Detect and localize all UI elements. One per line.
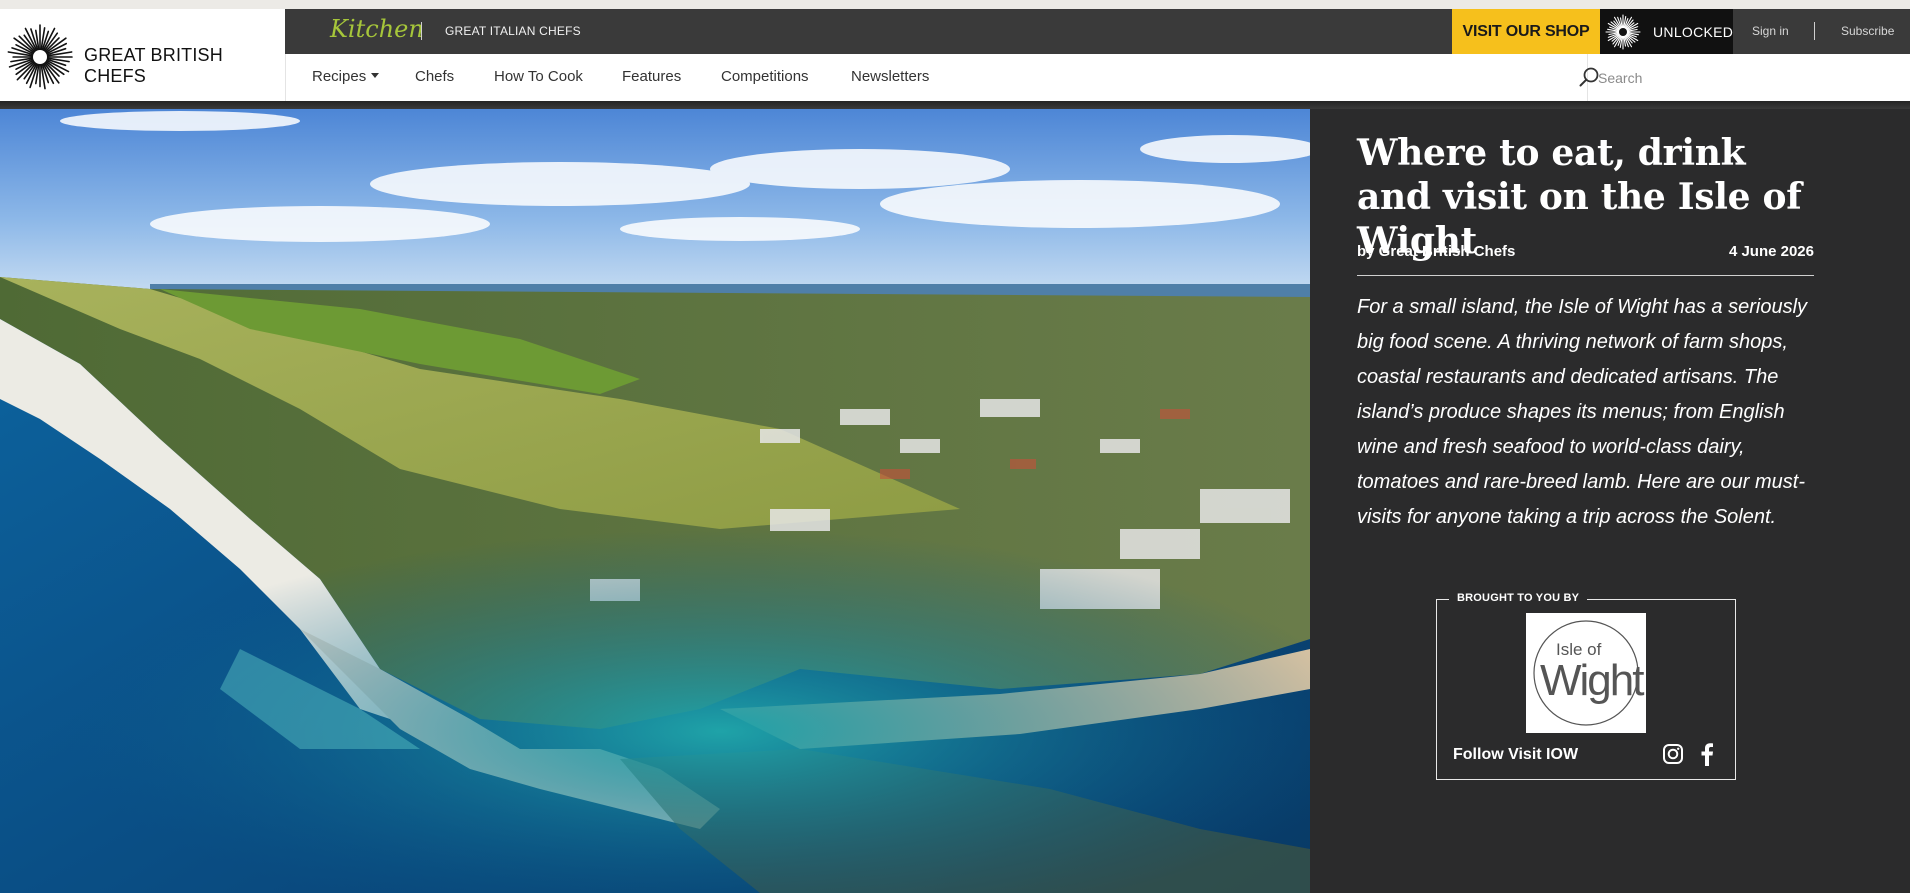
facebook-icon[interactable] (1700, 742, 1714, 766)
sunburst-logo-icon (7, 24, 73, 90)
isle-of-wight-logo-image: Isle of Wight (1533, 620, 1646, 726)
isle-of-wight-logo[interactable]: Isle of Wight (1526, 613, 1646, 733)
kitchen-logo[interactable]: Kitchen (330, 15, 424, 43)
search-box (1587, 54, 1910, 101)
search-icon[interactable] (1578, 66, 1600, 88)
site-name: GREAT BRITISH CHEFS (84, 45, 223, 86)
nav-item-how-to-cook[interactable]: How To Cook (494, 68, 583, 85)
nav-item-newsletters[interactable]: Newsletters (851, 68, 929, 85)
great-italian-chefs-link[interactable]: GREAT ITALIAN CHEFS (445, 24, 581, 38)
logo-line-2: Wight (1540, 656, 1644, 705)
article-panel: Where to eat, drink and visit on the Isl… (1310, 109, 1910, 893)
browser-top-strip (0, 0, 1910, 9)
unlocked-label: UNLOCKED (1653, 24, 1734, 40)
divider (421, 22, 422, 40)
site-logo[interactable]: GREAT BRITISH CHEFS (0, 9, 285, 101)
article-byline[interactable]: by Great British Chefs (1357, 243, 1515, 260)
sponsor-label: BROUGHT TO YOU BY (1449, 592, 1588, 604)
sponsor-box: BROUGHT TO YOU BY Isle of Wight Follow V… (1436, 592, 1736, 780)
visit-shop-button[interactable]: VISIT OUR SHOP (1452, 9, 1600, 54)
divider (1357, 275, 1814, 276)
nav-item-chefs[interactable]: Chefs (415, 68, 454, 85)
nav-item-label: Recipes (312, 68, 367, 85)
follow-visit-iow: Follow Visit IOW (1453, 746, 1579, 763)
nav-item-features[interactable]: Features (622, 68, 681, 85)
header-shadow (0, 101, 1910, 109)
unlocked-sunburst-icon (1605, 14, 1641, 50)
caret-down-icon (371, 72, 380, 78)
search-input[interactable] (1598, 65, 1848, 91)
instagram-icon[interactable] (1662, 743, 1684, 765)
nav-item-competitions[interactable]: Competitions (721, 68, 809, 85)
nav-item-recipes[interactable]: Recipes (312, 68, 380, 85)
sign-in-link[interactable]: Sign in (1752, 24, 1789, 38)
article-intro: For a small island, the Isle of Wight ha… (1357, 296, 1808, 528)
divider (1814, 22, 1815, 40)
utility-bar: Kitchen GREAT ITALIAN CHEFS VISIT OUR SH… (285, 9, 1910, 54)
isle-of-wight-aerial-image (0, 109, 1310, 893)
unlocked-button[interactable]: UNLOCKED (1600, 9, 1733, 54)
article-date: 4 June 2026 (1728, 243, 1814, 260)
hero-image (0, 109, 1310, 893)
main-nav: Recipes Chefs How To Cook Features Compe… (285, 54, 1910, 101)
subscribe-link[interactable]: Subscribe (1841, 24, 1894, 38)
